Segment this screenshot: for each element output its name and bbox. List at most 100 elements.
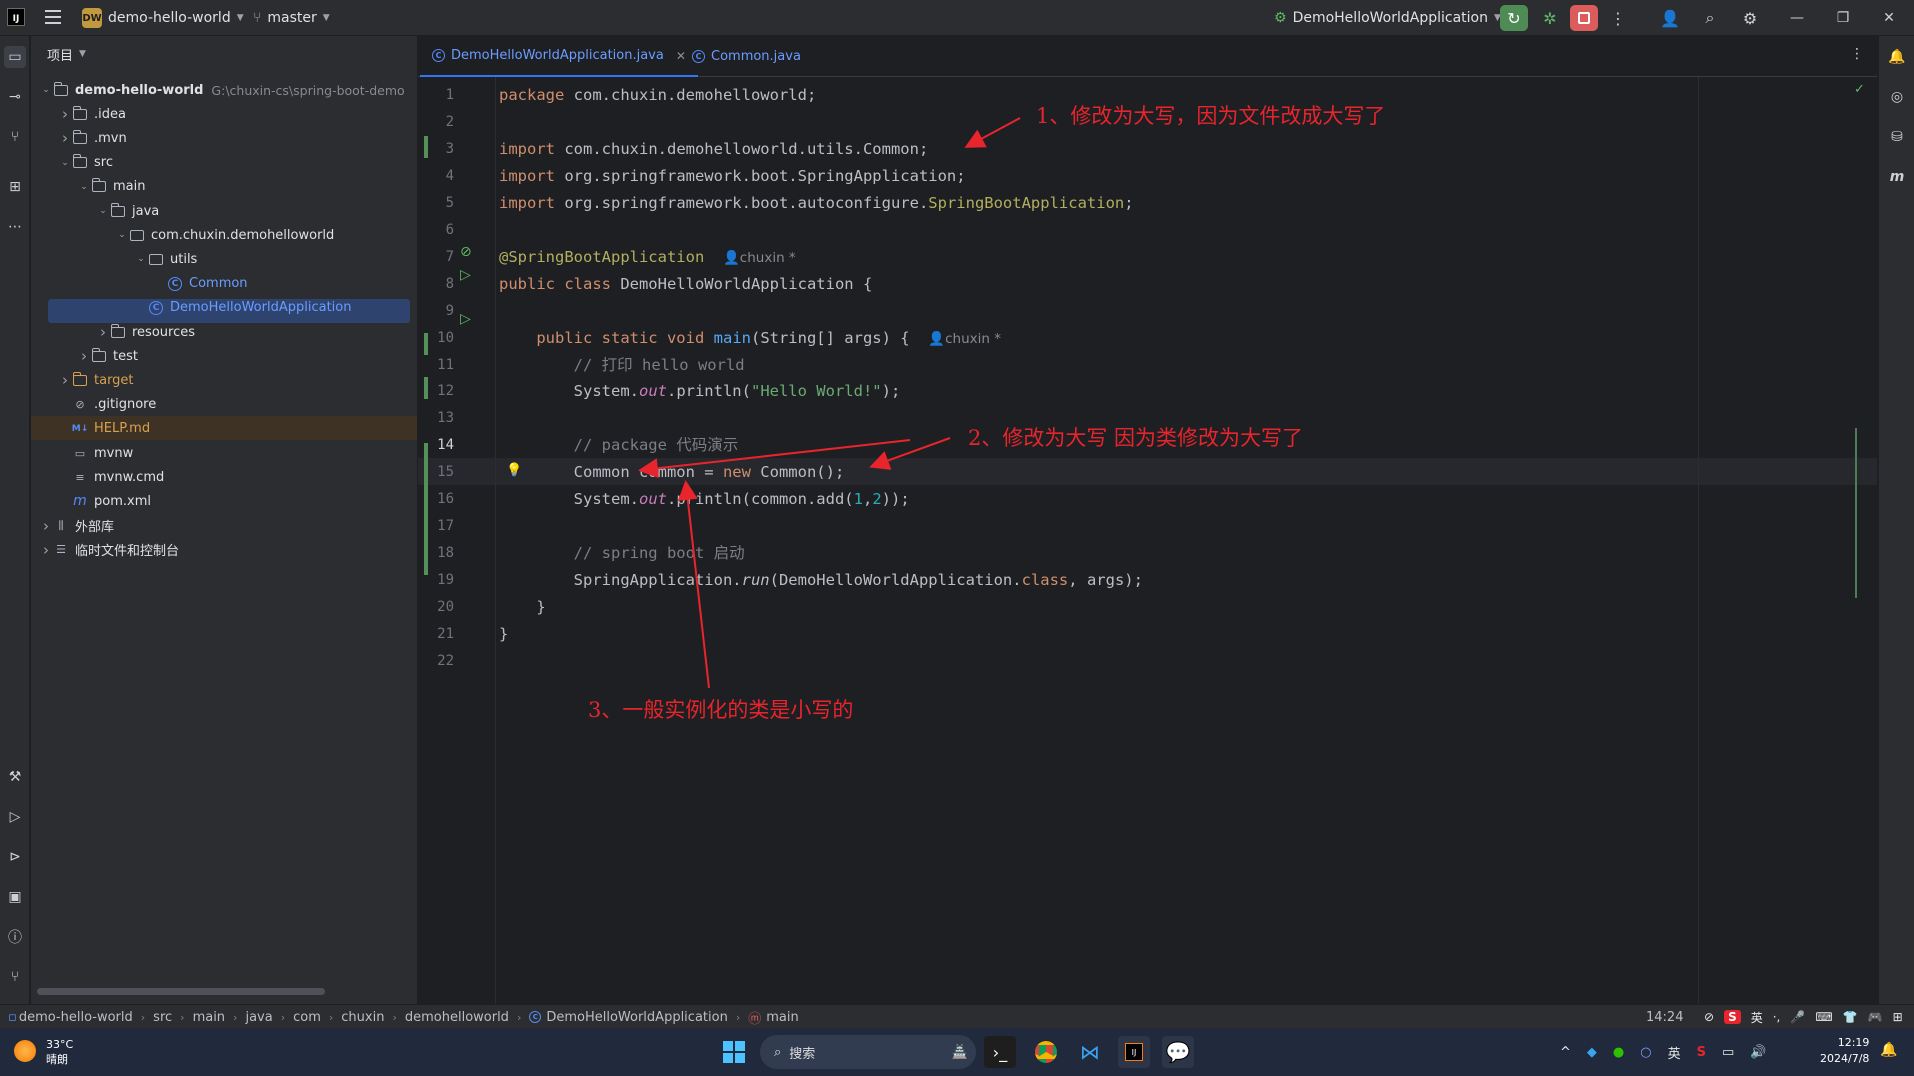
project-panel-header[interactable]: 项目 ▼ <box>47 36 86 72</box>
tree-item-mvn[interactable]: › .mvn <box>31 126 411 150</box>
main-menu-icon[interactable] <box>45 10 61 24</box>
bluetooth-icon[interactable]: ◆ <box>1587 1045 1597 1060</box>
sogou-ime-icon[interactable]: S <box>1724 1010 1741 1024</box>
project-switcher[interactable]: DW demo-hello-world ▼ <box>82 0 244 36</box>
code-with-me-icon[interactable]: 👤 <box>1656 5 1684 31</box>
tree-item-demo-hello-world[interactable]: ⌄ demo-hello-world G:\chuxin-cs\spring-boo… <box>31 78 411 102</box>
chevron-right-icon[interactable]: › <box>96 323 110 341</box>
breadcrumb-item[interactable]: ▫ demo-hello-world <box>8 1010 133 1025</box>
restore-icon[interactable]: ❐ <box>1820 0 1866 36</box>
breadcrumb-item[interactable]: demohelloworld <box>405 1010 509 1025</box>
keyboard-icon[interactable]: ⌨ <box>1815 1010 1832 1024</box>
chevron-down-icon[interactable]: ⌄ <box>134 254 148 264</box>
tree-item-demohelloworldapplication[interactable]: C DemoHelloWorldApplication <box>31 296 411 320</box>
ring-icon[interactable]: ○ <box>1640 1045 1651 1060</box>
pull-requests-icon[interactable]: ⑂ <box>4 126 26 148</box>
tree-item-main[interactable]: ⌄ main <box>31 175 411 199</box>
tree-item-pom-xml[interactable]: m pom.xml <box>31 489 411 513</box>
debug-button[interactable]: ✲ <box>1536 5 1564 31</box>
cursor-position[interactable]: 14:24 <box>1646 1005 1683 1029</box>
services-icon[interactable]: ⊳ <box>4 846 26 868</box>
build-hammer-icon[interactable]: ⚒ <box>4 766 26 788</box>
tree-item-[interactable]: › ⫼ 外部库 <box>31 514 411 538</box>
chevron-right-icon[interactable]: › <box>58 371 72 389</box>
stop-button[interactable] <box>1570 5 1598 31</box>
chevron-down-icon[interactable]: ⌄ <box>96 206 110 216</box>
microphone-icon[interactable]: 🎤 <box>1790 1010 1805 1024</box>
punctuation-icon[interactable]: ·, <box>1773 1010 1781 1024</box>
breadcrumb-item[interactable]: chuxin <box>341 1010 384 1025</box>
tree-item-utils[interactable]: ⌄ utils <box>31 247 411 271</box>
rerun-button[interactable]: ↻ <box>1500 5 1528 31</box>
branch-switcher[interactable]: ⑂ master ▼ <box>253 0 330 36</box>
run-icon[interactable]: ▷ <box>4 806 26 828</box>
tree-item-test[interactable]: › test <box>31 344 411 368</box>
database-icon[interactable]: ⛁ <box>1886 126 1908 148</box>
tree-item-help-md[interactable]: M↓ HELP.md <box>31 417 411 441</box>
project-tool-folder-icon[interactable]: ▭ <box>4 46 26 68</box>
tree-item-[interactable]: › ☰ 临时文件和控制台 <box>31 538 411 562</box>
tree-item-resources[interactable]: › resources <box>31 320 411 344</box>
settings-gear-icon[interactable]: ⚙ <box>1736 5 1764 31</box>
terminal-icon[interactable]: ▣ <box>4 886 26 908</box>
chevron-down-icon[interactable]: ⌄ <box>77 182 91 192</box>
notification-bell-icon[interactable]: 🔔 <box>1880 1042 1897 1058</box>
structure-icon[interactable]: ⊞ <box>4 176 26 198</box>
horizontal-scrollbar[interactable] <box>37 988 325 995</box>
game-icon[interactable]: 🎮 <box>1868 1010 1883 1024</box>
chevron-right-icon[interactable]: › <box>39 517 53 535</box>
minimize-icon[interactable]: — <box>1774 0 1820 36</box>
tree-item-com-chuxin-demohelloworld[interactable]: ⌄ com.chuxin.demohelloworld <box>31 223 411 247</box>
chevron-down-icon[interactable]: ⌄ <box>39 85 53 95</box>
notifications-icon[interactable]: 🔔 <box>1886 46 1908 68</box>
wechat-icon[interactable]: 💬 <box>1162 1036 1194 1068</box>
wechat-tray-icon[interactable]: ● <box>1613 1045 1624 1060</box>
taskbar-search[interactable]: ⌕ 搜索 🏯 <box>760 1035 976 1069</box>
tray-expand-icon[interactable]: ^ <box>1560 1045 1571 1060</box>
intellij-logo[interactable]: IJ <box>7 8 25 26</box>
sogou-tray-icon[interactable]: S <box>1697 1045 1706 1060</box>
vscode-icon[interactable]: ⋈ <box>1074 1036 1106 1068</box>
chevron-down-icon[interactable]: ⌄ <box>115 230 129 240</box>
tree-item-src[interactable]: ⌄ src <box>31 151 411 175</box>
terminal-app-icon[interactable]: ›_ <box>984 1036 1016 1068</box>
maven-icon[interactable]: m <box>1886 166 1908 188</box>
weather-widget[interactable]: 33°C 晴朗 <box>46 1037 73 1067</box>
network-icon[interactable]: ▭ <box>1722 1045 1734 1060</box>
git-icon[interactable]: ⑂ <box>4 966 26 988</box>
chevron-right-icon[interactable]: › <box>77 347 91 365</box>
chevron-right-icon[interactable]: › <box>39 541 53 559</box>
close-icon[interactable]: ✕ <box>1866 0 1912 36</box>
breadcrumb-item[interactable]: com <box>293 1010 321 1025</box>
run-config-selector[interactable]: ⚙ DemoHelloWorldApplication ▼ <box>1274 0 1501 36</box>
chevron-right-icon[interactable]: › <box>58 129 72 147</box>
tree-item-gitignore[interactable]: ⊘ .gitignore <box>31 393 411 417</box>
volume-icon[interactable]: 🔊 <box>1750 1045 1766 1060</box>
more-actions-icon[interactable]: ⋮ <box>1604 5 1632 31</box>
skin-icon[interactable]: 👕 <box>1843 1010 1858 1024</box>
breadcrumb-item[interactable]: ⓜ main <box>748 1008 799 1027</box>
more-tools-icon[interactable]: ⋯ <box>4 216 26 238</box>
tree-item-idea[interactable]: › .idea <box>31 102 411 126</box>
weather-sun-icon[interactable] <box>14 1040 36 1062</box>
breadcrumb-item[interactable]: C DemoHelloWorldApplication <box>529 1010 728 1025</box>
ime-mode[interactable]: 英 <box>1751 1009 1763 1026</box>
tree-item-mvnw-cmd[interactable]: ≡ mvnw.cmd <box>31 465 411 489</box>
power-save-icon[interactable]: ⊘ <box>1704 1010 1714 1024</box>
chevron-right-icon[interactable]: › <box>58 105 72 123</box>
tree-item-mvnw[interactable]: ▭ mvnw <box>31 441 411 465</box>
problems-icon[interactable]: ⓘ <box>4 926 26 948</box>
search-icon[interactable]: ⌕ <box>1696 5 1724 31</box>
chevron-down-icon[interactable]: ⌄ <box>58 158 72 168</box>
ai-assistant-icon[interactable]: ◎ <box>1886 86 1908 108</box>
breadcrumb-item[interactable]: java <box>245 1010 272 1025</box>
breadcrumb-item[interactable]: main <box>193 1010 225 1025</box>
tree-item-common[interactable]: C Common <box>31 272 411 296</box>
tree-item-target[interactable]: › target <box>31 368 411 392</box>
windows-start-icon[interactable] <box>718 1036 750 1068</box>
chrome-icon[interactable] <box>1030 1036 1062 1068</box>
intellij-taskbar-icon[interactable]: IJ <box>1118 1036 1150 1068</box>
ime-indicator[interactable]: 英 <box>1668 1043 1681 1062</box>
clock[interactable]: 12:19 2024/7/8 <box>1820 1035 1869 1067</box>
toolbox-icon[interactable]: ⊞ <box>1893 1010 1903 1024</box>
